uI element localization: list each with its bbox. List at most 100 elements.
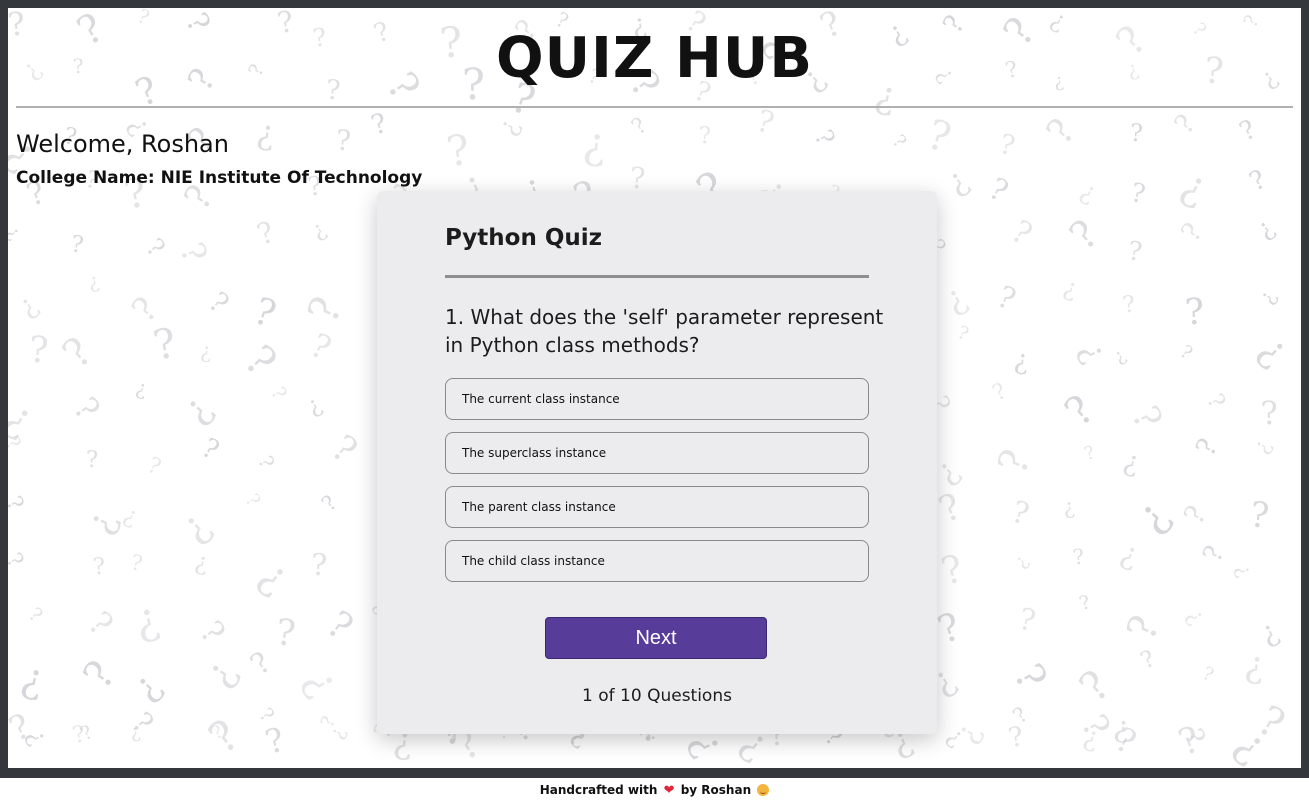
- question-mark-decor: ?: [1244, 164, 1272, 198]
- question-mark-decor: ?: [1128, 177, 1148, 211]
- question-mark-decor: ?: [1177, 499, 1214, 530]
- question-mark-decor: ¿: [123, 664, 169, 709]
- question-mark-decor: ?: [1136, 645, 1160, 675]
- question-mark-decor: ?: [252, 214, 279, 252]
- quiz-card: Python Quiz 1. What does the 'self' para…: [377, 191, 937, 734]
- question-mark-decor: ?: [1234, 114, 1262, 148]
- question-mark-decor: ¿: [1253, 613, 1284, 651]
- option-1[interactable]: The current class instance: [445, 378, 869, 420]
- option-2[interactable]: The superclass instance: [445, 432, 869, 474]
- question-mark-decor: ?: [1061, 211, 1108, 260]
- footer-suffix: by Roshan: [680, 783, 752, 797]
- question-mark-decor: ?: [143, 452, 165, 481]
- question-mark-decor: ?: [1197, 541, 1231, 567]
- question-mark-decor: ¿: [1061, 494, 1076, 520]
- question-mark-decor: ¿: [119, 501, 142, 531]
- option-4[interactable]: The child class instance: [445, 540, 869, 582]
- question-mark-decor: ?: [1183, 291, 1206, 334]
- question-mark-decor: ?: [991, 279, 1021, 318]
- question-mark-decor: ?: [698, 122, 712, 150]
- question-mark-decor: ?: [85, 446, 99, 474]
- question-mark-decor: ?: [367, 107, 391, 142]
- question-mark-decor: ¿: [250, 549, 299, 602]
- question-mark-decor: ¿: [192, 547, 210, 577]
- question-mark-decor: ¿: [937, 277, 974, 321]
- question-mark-decor: ?: [1056, 386, 1104, 436]
- question-mark-decor: ?: [266, 383, 291, 404]
- question-mark-decor: ?: [1126, 236, 1144, 268]
- question-mark-decor: ?: [319, 602, 361, 649]
- smiling-face-icon: [757, 784, 770, 796]
- question-mark-decor: ?: [1190, 433, 1225, 462]
- question-mark-decor: ¿: [1010, 551, 1033, 573]
- question-mark-decor: ¿: [1060, 272, 1081, 304]
- question-mark-decor: ?: [335, 123, 352, 158]
- welcome-text: Welcome, Roshan: [16, 130, 229, 158]
- option-3[interactable]: The parent class instance: [445, 486, 869, 528]
- question-mark-decor: ?: [248, 288, 282, 337]
- question-mark-decor: ¿: [1250, 213, 1280, 244]
- question-mark-decor: ?: [24, 603, 47, 627]
- question-mark-decor: ?: [196, 432, 225, 467]
- question-mark-decor: ¿: [580, 118, 609, 170]
- question-mark-decor: ¿: [1248, 435, 1277, 458]
- question-mark-decor: ?: [1199, 662, 1217, 687]
- question-mark-decor: ?: [936, 546, 969, 594]
- question-mark-decor: ?: [1015, 601, 1039, 640]
- question-mark-decor: ?: [1120, 291, 1138, 319]
- question-mark-decor: ¿: [938, 160, 975, 202]
- question-mark-decor: ¿: [307, 216, 331, 245]
- question-mark-decor: ?: [808, 125, 841, 150]
- question-mark-decor: ?: [1004, 213, 1039, 253]
- question-mark-decor: ¿: [1253, 286, 1281, 308]
- question-mark-decor: ?: [140, 232, 171, 263]
- question-mark-decor: ¿: [170, 503, 219, 551]
- question-mark-decor: ?: [627, 113, 652, 141]
- question-mark-decor: ?: [752, 103, 778, 142]
- question-mark-decor: ?: [54, 328, 102, 378]
- header-divider: [16, 106, 1293, 108]
- question-mark-decor: ¿: [325, 724, 350, 743]
- question-mark-decor: ?: [1176, 341, 1197, 364]
- question-mark-decor: ?: [304, 325, 338, 368]
- question-mark-decor: ?: [932, 603, 967, 653]
- question-mark-decor: ¿: [1125, 490, 1179, 542]
- heart-icon: ❤: [663, 783, 675, 798]
- question-mark-decor: ?: [65, 389, 108, 428]
- question-mark-decor: ?: [74, 653, 125, 697]
- question-mark-decor: ¿: [8, 390, 43, 445]
- question-mark-decor: ?: [982, 171, 1014, 210]
- question-mark-decor: ¿: [195, 652, 246, 695]
- question-mark-decor: ?: [172, 236, 216, 269]
- question-mark-decor: ?: [1168, 108, 1202, 141]
- question-mark-decor: ?: [8, 492, 29, 516]
- question-mark-decor: ¿: [129, 593, 164, 647]
- question-mark-decor: ?: [273, 612, 298, 655]
- question-mark-decor: ?: [260, 719, 290, 762]
- question-mark-decor: ¿: [85, 268, 102, 294]
- question-mark-decor: ?: [996, 128, 1018, 163]
- question-mark-decor: ?: [629, 160, 647, 196]
- question-mark-decor: ?: [1070, 661, 1120, 712]
- question-mark-decor: ?: [323, 427, 365, 472]
- question-mark-decor: ?: [80, 603, 122, 644]
- option-label: The parent class instance: [462, 500, 616, 514]
- college-name: College Name: NIE Institute Of Technolog…: [16, 168, 423, 188]
- question-mark-decor: ¿: [133, 375, 149, 401]
- question-mark-decor: ?: [1201, 389, 1230, 413]
- question-mark-decor: ¿: [1075, 175, 1102, 208]
- option-label: The current class instance: [462, 392, 620, 406]
- question-mark-decor: ?: [1039, 111, 1084, 152]
- question-mark-decor: ?: [1004, 656, 1056, 698]
- question-text: 1. What does the 'self' parameter repres…: [445, 305, 884, 357]
- next-button[interactable]: Next: [545, 617, 767, 659]
- question-mark-decor: ?: [1129, 118, 1144, 148]
- header: QUIZ HUB: [8, 8, 1301, 108]
- question-mark-decor: ¿: [1012, 344, 1030, 377]
- question-mark-decor: ¿: [199, 338, 212, 364]
- question-mark-decor: ¿: [1116, 535, 1143, 574]
- question-mark-decor: ¿: [8, 221, 25, 244]
- question-progress: 1 of 10 Questions: [582, 686, 732, 706]
- question-mark-decor: ?: [8, 548, 28, 573]
- question-mark-decor: ¿: [301, 391, 327, 421]
